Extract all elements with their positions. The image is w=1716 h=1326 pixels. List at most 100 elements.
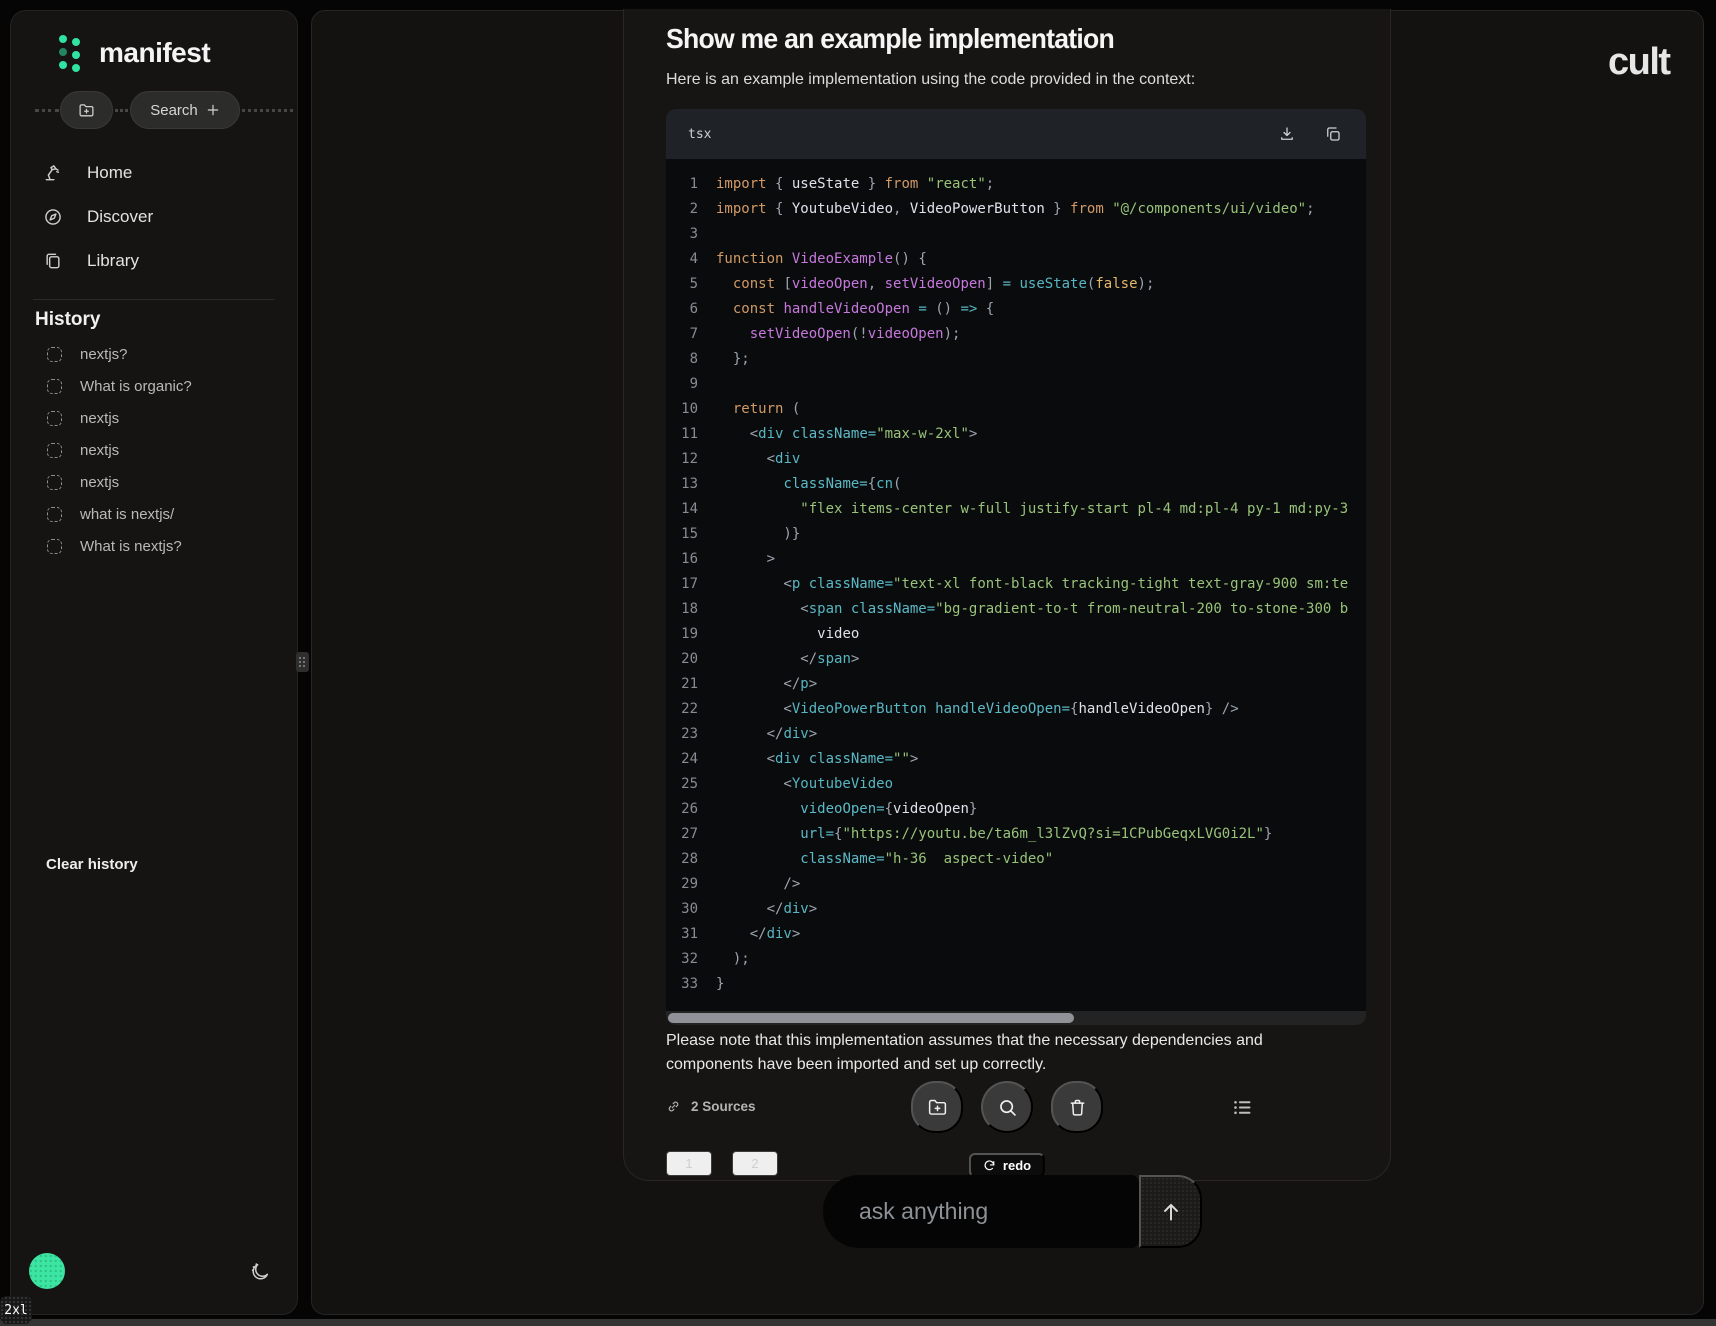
- redo-icon: [983, 1159, 996, 1172]
- code-line: 28 className="h-36 aspect-video": [666, 847, 1366, 872]
- compass-icon: [43, 207, 63, 227]
- list-view-icon[interactable]: [1232, 1097, 1253, 1118]
- redo-label: redo: [1003, 1158, 1031, 1173]
- code-line: 26 videoOpen={videoOpen}: [666, 797, 1366, 822]
- code-line: 30 </div>: [666, 897, 1366, 922]
- search-button[interactable]: Search: [130, 91, 240, 129]
- history-item-label: nextjs: [80, 410, 119, 427]
- history-item-label: nextjs?: [80, 346, 128, 363]
- thread-icon: [47, 443, 62, 458]
- search-message-button[interactable]: [981, 1081, 1033, 1133]
- history-list: nextjs? What is organic? nextjs nextjs nextj…: [11, 345, 297, 556]
- code-block: tsx 1import { useState } from "react";2i…: [666, 109, 1366, 1025]
- code-line: 24 <div className="">: [666, 747, 1366, 772]
- window-bottom-edge: [0, 1319, 1716, 1326]
- history-item[interactable]: nextjs: [11, 473, 297, 492]
- dash-divider: [242, 109, 293, 112]
- plus-icon: [206, 103, 220, 117]
- message-actions: [911, 1081, 1103, 1133]
- history-item-label: nextjs: [80, 474, 119, 491]
- code-lines: 1import { useState } from "react";2impor…: [666, 159, 1366, 1011]
- history-item[interactable]: What is nextjs?: [11, 537, 297, 556]
- search-row: Search: [11, 91, 297, 129]
- history-item[interactable]: nextjs?: [11, 345, 297, 364]
- up-arrow-icon: [1158, 1199, 1184, 1225]
- code-line: 12 <div: [666, 447, 1366, 472]
- search-icon: [997, 1097, 1018, 1118]
- manifest-dots-icon: [59, 33, 83, 73]
- code-line: 19 video: [666, 622, 1366, 647]
- history-item[interactable]: What is organic?: [11, 377, 297, 396]
- brand-logo[interactable]: manifest: [59, 33, 210, 73]
- code-line: 13 className={cn(: [666, 472, 1366, 497]
- history-title: History: [35, 309, 100, 331]
- send-button[interactable]: [1139, 1175, 1202, 1248]
- history-item-label: What is nextjs?: [80, 538, 182, 555]
- clear-history-button[interactable]: Clear history: [46, 856, 138, 873]
- pagination: 1 2: [666, 1151, 778, 1176]
- history-item-label: what is nextjs/: [80, 506, 174, 523]
- code-language-label: tsx: [688, 127, 711, 142]
- user-avatar[interactable]: [29, 1253, 65, 1289]
- code-line: 29 />: [666, 872, 1366, 897]
- code-line: 20 </span>: [666, 647, 1366, 672]
- thread-icon: [47, 411, 62, 426]
- chat-note-text: Please note that this implementation ass…: [666, 1029, 1286, 1077]
- code-line: 2import { YoutubeVideo, VideoPowerButton…: [666, 197, 1366, 222]
- save-to-folder-button[interactable]: [911, 1081, 963, 1133]
- dash-divider: [35, 109, 59, 112]
- code-line: 27 url={"https://youtu.be/ta6m_l3lZvQ?si…: [666, 822, 1366, 847]
- code-line: 9: [666, 372, 1366, 397]
- thread-icon: [47, 379, 62, 394]
- folder-plus-icon: [927, 1097, 948, 1118]
- code-line: 14 "flex items-center w-full justify-sta…: [666, 497, 1366, 522]
- code-line: 33}: [666, 972, 1366, 997]
- delete-message-button[interactable]: [1051, 1081, 1103, 1133]
- history-item-label: nextjs: [80, 442, 119, 459]
- download-code-icon[interactable]: [1278, 125, 1296, 143]
- code-line: 31 </div>: [666, 922, 1366, 947]
- sidebar-item-label: Home: [87, 163, 132, 183]
- code-line: 18 <span className="bg-gradient-to-t fro…: [666, 597, 1366, 622]
- thread-icon: [47, 507, 62, 522]
- code-line: 32 );: [666, 947, 1366, 972]
- sidebar-item-discover[interactable]: Discover: [11, 195, 297, 239]
- viewport-size-badge: 2xl: [0, 1296, 32, 1324]
- code-horizontal-scrollbar[interactable]: [666, 1011, 1366, 1025]
- code-line: 21 </p>: [666, 672, 1366, 697]
- code-line: 16 >: [666, 547, 1366, 572]
- code-line: 15 )}: [666, 522, 1366, 547]
- sidebar-item-home[interactable]: Home: [11, 151, 297, 195]
- code-line: 7 setVideoOpen(!videoOpen);: [666, 322, 1366, 347]
- redo-button[interactable]: redo: [969, 1153, 1045, 1177]
- history-item[interactable]: nextjs: [11, 441, 297, 460]
- ask-anything-input[interactable]: [823, 1175, 1139, 1248]
- thread-icon: [47, 347, 62, 362]
- app-window: manifest Search Home DiscoverLibrary Hist…: [0, 0, 1716, 1326]
- search-button-label: Search: [150, 102, 198, 119]
- history-item[interactable]: what is nextjs/: [11, 505, 297, 524]
- sidebar: manifest Search Home DiscoverLibrary Hist…: [10, 10, 298, 1315]
- code-block-header: tsx: [666, 109, 1366, 159]
- sidebar-divider: [33, 299, 275, 300]
- main-area: cult Show me an example implementation H…: [311, 10, 1704, 1315]
- library-icon: [43, 251, 63, 271]
- sources-label: 2 Sources: [691, 1099, 756, 1114]
- page-2-chip[interactable]: 2: [732, 1151, 778, 1176]
- code-line: 5 const [videoOpen, setVideoOpen] = useS…: [666, 272, 1366, 297]
- page-1-chip[interactable]: 1: [666, 1151, 712, 1176]
- code-line: 6 const handleVideoOpen = () => {: [666, 297, 1366, 322]
- lamp-icon: [43, 163, 63, 183]
- new-folder-button[interactable]: [60, 91, 113, 129]
- chat-question-title: Show me an example implementation: [666, 23, 1114, 55]
- dash-divider: [115, 109, 128, 112]
- history-item[interactable]: nextjs: [11, 409, 297, 428]
- moon-theme-icon[interactable]: [249, 1261, 271, 1283]
- sidebar-item-library[interactable]: Library: [11, 239, 297, 283]
- sidebar-resize-handle[interactable]: [296, 652, 309, 672]
- scrollbar-thumb[interactable]: [668, 1013, 1074, 1023]
- code-line: 11 <div className="max-w-2xl">: [666, 422, 1366, 447]
- sources-link[interactable]: 2 Sources: [666, 1099, 756, 1114]
- thread-icon: [47, 475, 62, 490]
- copy-code-icon[interactable]: [1324, 125, 1342, 143]
